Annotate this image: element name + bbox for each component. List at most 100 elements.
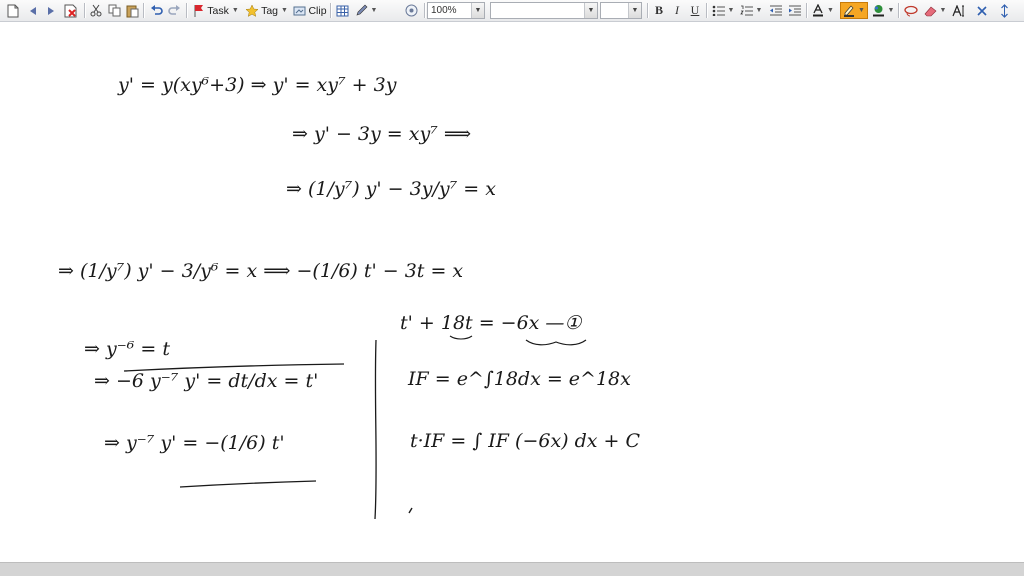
eraser-button[interactable]: ▼ [922, 2, 948, 19]
chevron-down-icon: ▼ [231, 7, 239, 14]
close-button[interactable] [974, 2, 990, 19]
clip-button[interactable]: Clip [292, 2, 328, 19]
substitution-line-2: ⇒ −6 y⁻⁷ y' = dt/dx = t' [94, 370, 319, 392]
pen-strokes [123, 335, 587, 520]
chevron-down-icon: ▼ [755, 7, 763, 14]
paste-button[interactable] [124, 2, 140, 19]
copy-icon [108, 4, 120, 17]
delete-page-icon [64, 4, 77, 17]
linear-equation-line: t' + 18t = −6x —① [400, 312, 582, 334]
toolbar-separator [424, 3, 426, 18]
toolbar-separator [330, 3, 332, 18]
table-icon [336, 5, 348, 16]
table-button[interactable] [334, 2, 350, 19]
chevron-down-icon: ▼ [827, 7, 834, 14]
text-mode-button[interactable] [950, 2, 968, 19]
indent-icon [788, 5, 801, 16]
chevron-down-icon: ▼ [281, 7, 288, 14]
font-color-button[interactable]: ▼ [810, 2, 836, 19]
delete-page-button[interactable] [62, 2, 80, 19]
toolbar-separator [806, 3, 808, 18]
font-select[interactable]: ▼ [490, 2, 598, 19]
fill-color-button[interactable]: ▼ [870, 2, 896, 19]
snapshot-button[interactable] [402, 2, 420, 19]
bullets-icon [712, 5, 725, 16]
equation-line-2: ⇒ y' − 3y = xy⁷ ⟹ [292, 123, 472, 145]
toolbar-separator [186, 3, 188, 18]
chevron-down-icon: ▼ [887, 7, 895, 14]
toolbar-separator [898, 3, 900, 18]
equation-line-1: y' = y(xy⁶+3) ⇒ y' = xy⁷ + 3y [118, 74, 397, 96]
snapshot-icon [405, 4, 417, 17]
divider-stroke [374, 339, 377, 520]
italic-button[interactable]: I [669, 2, 685, 19]
tag-button[interactable]: Tag ▼ [244, 2, 290, 19]
solution-line: t·IF = ∫ IF (−6x) dx + C [410, 430, 641, 452]
bold-button[interactable]: B [651, 2, 667, 19]
note-canvas[interactable]: y' = y(xy⁶+3) ⇒ y' = xy⁷ + 3y ⇒ y' − 3y … [0, 22, 1024, 562]
outdent-button[interactable] [767, 2, 783, 19]
text-mode-icon [952, 4, 964, 16]
pen-tool-button[interactable]: ▼ [353, 2, 379, 19]
clip-label: Clip [308, 4, 327, 17]
stray-mark [408, 507, 413, 514]
back-button[interactable] [25, 2, 41, 19]
lasso-icon [904, 5, 918, 16]
task-button[interactable]: Task ▼ [191, 2, 241, 19]
highlighter-button[interactable]: ▼ [840, 2, 868, 19]
chevron-down-icon: ▼ [727, 7, 735, 14]
font-color-icon [813, 4, 824, 17]
back-icon [30, 6, 36, 15]
toolbar-separator [647, 3, 649, 18]
fill-color-icon [872, 5, 884, 17]
numbering-button[interactable]: ▼ [738, 2, 764, 19]
indent-button[interactable] [786, 2, 802, 19]
chevron-down-icon: ▼ [939, 7, 947, 14]
substitution-line-1: ⇒ y⁻⁶ = t [84, 338, 170, 360]
pen-tool-icon [356, 4, 367, 16]
font-size-select[interactable]: ▼ [600, 2, 642, 19]
chevron-down-icon: ▼ [471, 3, 484, 18]
zoom-value: 100% [431, 5, 457, 16]
cut-button[interactable] [88, 2, 104, 19]
new-page-button[interactable] [4, 2, 22, 19]
copy-button[interactable] [106, 2, 122, 19]
chevron-down-icon: ▼ [370, 7, 378, 14]
substitution-line-3: ⇒ y⁻⁷ y' = −(1/6) t' [104, 432, 285, 454]
line-spacing-icon [1000, 3, 1008, 18]
outdent-icon [769, 5, 782, 16]
lasso-button[interactable] [902, 2, 920, 19]
chevron-down-icon: ▼ [858, 7, 865, 14]
eraser-icon [924, 6, 936, 16]
undo-button[interactable] [148, 2, 164, 19]
equation-line-4: ⇒ (1/y⁷) y' − 3/y⁶ = x ⟹ −(1/6) t' − 3t … [58, 260, 464, 282]
tag-label: Tag [261, 4, 278, 17]
underline-button[interactable]: U [687, 2, 703, 19]
bullets-button[interactable]: ▼ [710, 2, 736, 19]
equation-line-3: ⇒ (1/y⁷) y' − 3y/y⁷ = x [286, 178, 496, 200]
toolbar-separator [143, 3, 145, 18]
new-page-icon [7, 4, 19, 17]
redo-button[interactable] [166, 2, 182, 19]
line-spacing-button[interactable] [994, 2, 1014, 19]
paste-icon [126, 5, 138, 17]
forward-icon [48, 6, 54, 15]
highlighter-icon [844, 5, 855, 17]
chevron-down-icon: ▼ [584, 3, 597, 18]
undo-icon [150, 4, 163, 15]
forward-button[interactable] [43, 2, 59, 19]
chevron-down-icon: ▼ [628, 3, 641, 18]
flag-icon [194, 5, 204, 17]
horizontal-scrollbar[interactable] [0, 562, 1024, 576]
clip-icon [293, 6, 306, 15]
zoom-select[interactable]: 100% ▼ [427, 2, 485, 19]
star-icon [246, 4, 259, 17]
redo-icon [167, 4, 180, 15]
toolbar-separator [706, 3, 708, 18]
close-icon [977, 5, 987, 16]
toolbar: Task ▼ Tag ▼ Clip ▼ 100% ▼ ▼ ▼ B I U ▼ ▼… [0, 0, 1024, 22]
integrating-factor-line: IF = e^∫18dx = e^18x [408, 368, 631, 390]
toolbar-separator [84, 3, 86, 18]
brace-stroke [525, 339, 587, 346]
task-label: Task [207, 4, 229, 17]
